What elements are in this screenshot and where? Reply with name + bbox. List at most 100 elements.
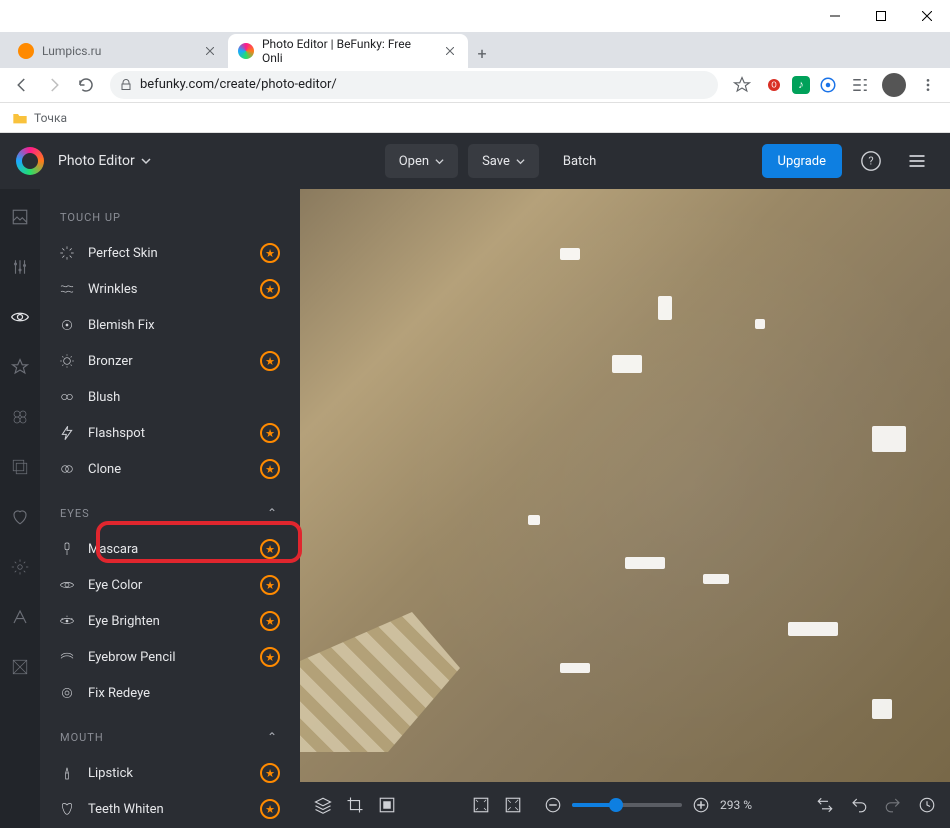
zoom-out-button[interactable] — [544, 796, 562, 814]
new-tab-button[interactable]: + — [468, 40, 496, 68]
item-fix-redeye[interactable]: Fix Redeye — [48, 676, 290, 710]
tab-close-button[interactable] — [202, 43, 218, 59]
nav-forward-button[interactable] — [40, 71, 68, 99]
flashspot-icon — [58, 424, 76, 442]
item-lipstick[interactable]: Lipstick ★ — [48, 756, 290, 790]
reading-list-icon[interactable] — [846, 71, 874, 99]
extension-icon[interactable]: ♪ — [792, 76, 810, 94]
logo-icon[interactable] — [16, 147, 44, 175]
item-teeth-whiten[interactable]: Teeth Whiten ★ — [48, 792, 290, 826]
premium-star-icon: ★ — [260, 611, 280, 631]
bookmark-star-icon[interactable] — [728, 71, 756, 99]
side-scroll[interactable]: TOUCH UP Perfect Skin ★ Wrinkles ★ — [40, 189, 300, 828]
window-minimize-button[interactable] — [812, 0, 858, 32]
section-title-text: TOUCH UP — [60, 211, 121, 224]
section-header-touchup: TOUCH UP — [40, 189, 298, 234]
item-mascara[interactable]: Mascara ★ — [48, 532, 290, 566]
tab-favicon — [18, 43, 34, 59]
blemish-icon — [58, 316, 76, 334]
save-button[interactable]: Save — [468, 144, 539, 178]
profile-avatar[interactable] — [882, 73, 906, 97]
window-maximize-button[interactable] — [858, 0, 904, 32]
rail-overlay-icon[interactable] — [8, 455, 32, 479]
rail-text-icon[interactable] — [8, 605, 32, 629]
tab-close-button[interactable] — [442, 43, 458, 59]
item-perfect-skin[interactable]: Perfect Skin ★ — [48, 236, 290, 270]
upgrade-button[interactable]: Upgrade — [762, 144, 842, 178]
eyebrow-icon — [58, 648, 76, 666]
bookmark-label[interactable]: Точка — [34, 111, 67, 125]
crop-icon[interactable] — [346, 796, 364, 814]
url-input[interactable]: befunky.com/create/photo-editor/ — [110, 71, 718, 99]
zoom-control: 293 % — [544, 796, 770, 814]
rail-settings-icon[interactable] — [8, 555, 32, 579]
blush-icon — [58, 388, 76, 406]
chevron-down-icon — [516, 157, 525, 166]
tool-rail — [0, 189, 40, 828]
undo-button[interactable] — [850, 796, 868, 814]
window-titlebar — [0, 0, 950, 32]
app-topbar: Photo Editor Open Save Batch Upgrade — [0, 133, 950, 189]
item-label: Bronzer — [88, 354, 133, 369]
extension-icon[interactable] — [814, 71, 842, 99]
canvas-area: 293 % — [300, 189, 950, 828]
browser-tab-inactive[interactable]: Lumpics.ru — [8, 34, 228, 68]
batch-button[interactable]: Batch — [549, 144, 610, 178]
section-header-eyes[interactable]: EYES ⌃ — [40, 488, 298, 530]
hamburger-menu-button[interactable] — [900, 144, 934, 178]
rail-textures-icon[interactable] — [8, 655, 32, 679]
side-panel: TOUCH UP Perfect Skin ★ Wrinkles ★ — [40, 189, 300, 828]
item-eye-color[interactable]: Eye Color ★ — [48, 568, 290, 602]
section-header-mouth[interactable]: MOUTH ⌃ — [40, 712, 298, 754]
compare-icon[interactable] — [816, 796, 834, 814]
item-label: Blush — [88, 390, 120, 405]
item-wrinkles[interactable]: Wrinkles ★ — [48, 272, 290, 306]
zoom-thumb[interactable] — [609, 798, 623, 812]
open-button[interactable]: Open — [385, 144, 458, 178]
sparkle-icon — [58, 244, 76, 262]
rail-image-icon[interactable] — [8, 205, 32, 229]
help-button[interactable]: ? — [854, 144, 888, 178]
item-label: Clone — [88, 462, 121, 477]
rail-star-icon[interactable] — [8, 355, 32, 379]
item-clone[interactable]: Clone ★ — [48, 452, 290, 486]
canvas-image[interactable] — [300, 189, 950, 782]
redo-button[interactable] — [884, 796, 902, 814]
rail-sliders-icon[interactable] — [8, 255, 32, 279]
bookmark-folder-icon — [12, 111, 28, 125]
layers-icon[interactable] — [314, 796, 332, 814]
expand-icon[interactable] — [504, 796, 522, 814]
svg-text:O: O — [771, 81, 777, 90]
background-icon[interactable] — [378, 796, 396, 814]
premium-star-icon: ★ — [260, 539, 280, 559]
item-eyebrow-pencil[interactable]: Eyebrow Pencil ★ — [48, 640, 290, 674]
item-label: Mascara — [88, 542, 138, 557]
item-label: Lipstick — [88, 766, 133, 781]
brand-dropdown[interactable]: Photo Editor — [58, 153, 151, 169]
item-flashspot[interactable]: Flashspot ★ — [48, 416, 290, 450]
rail-frames-icon[interactable] — [8, 405, 32, 429]
nav-reload-button[interactable] — [72, 71, 100, 99]
nav-back-button[interactable] — [8, 71, 36, 99]
bookmarks-bar: Точка — [0, 103, 950, 133]
item-label: Flashspot — [88, 426, 145, 441]
wrinkles-icon — [58, 280, 76, 298]
tab-title: Photo Editor | BeFunky: Free Onli — [262, 37, 434, 65]
tab-title: Lumpics.ru — [42, 44, 101, 58]
rail-touchup-icon[interactable] — [8, 305, 32, 329]
item-blemish-fix[interactable]: Blemish Fix — [48, 308, 290, 342]
zoom-slider[interactable] — [572, 803, 682, 807]
item-bronzer[interactable]: Bronzer ★ — [48, 344, 290, 378]
extension-icon[interactable]: O — [760, 71, 788, 99]
section-title-text: MOUTH — [60, 731, 104, 744]
rail-heart-icon[interactable] — [8, 505, 32, 529]
history-button[interactable] — [918, 796, 936, 814]
item-eye-brighten[interactable]: Eye Brighten ★ — [48, 604, 290, 638]
zoom-in-button[interactable] — [692, 796, 710, 814]
browser-menu-icon[interactable] — [914, 71, 942, 99]
item-blush[interactable]: Blush — [48, 380, 290, 414]
browser-tab-active[interactable]: Photo Editor | BeFunky: Free Onli — [228, 34, 468, 68]
fit-icon[interactable] — [472, 796, 490, 814]
redeye-icon — [58, 684, 76, 702]
window-close-button[interactable] — [904, 0, 950, 32]
